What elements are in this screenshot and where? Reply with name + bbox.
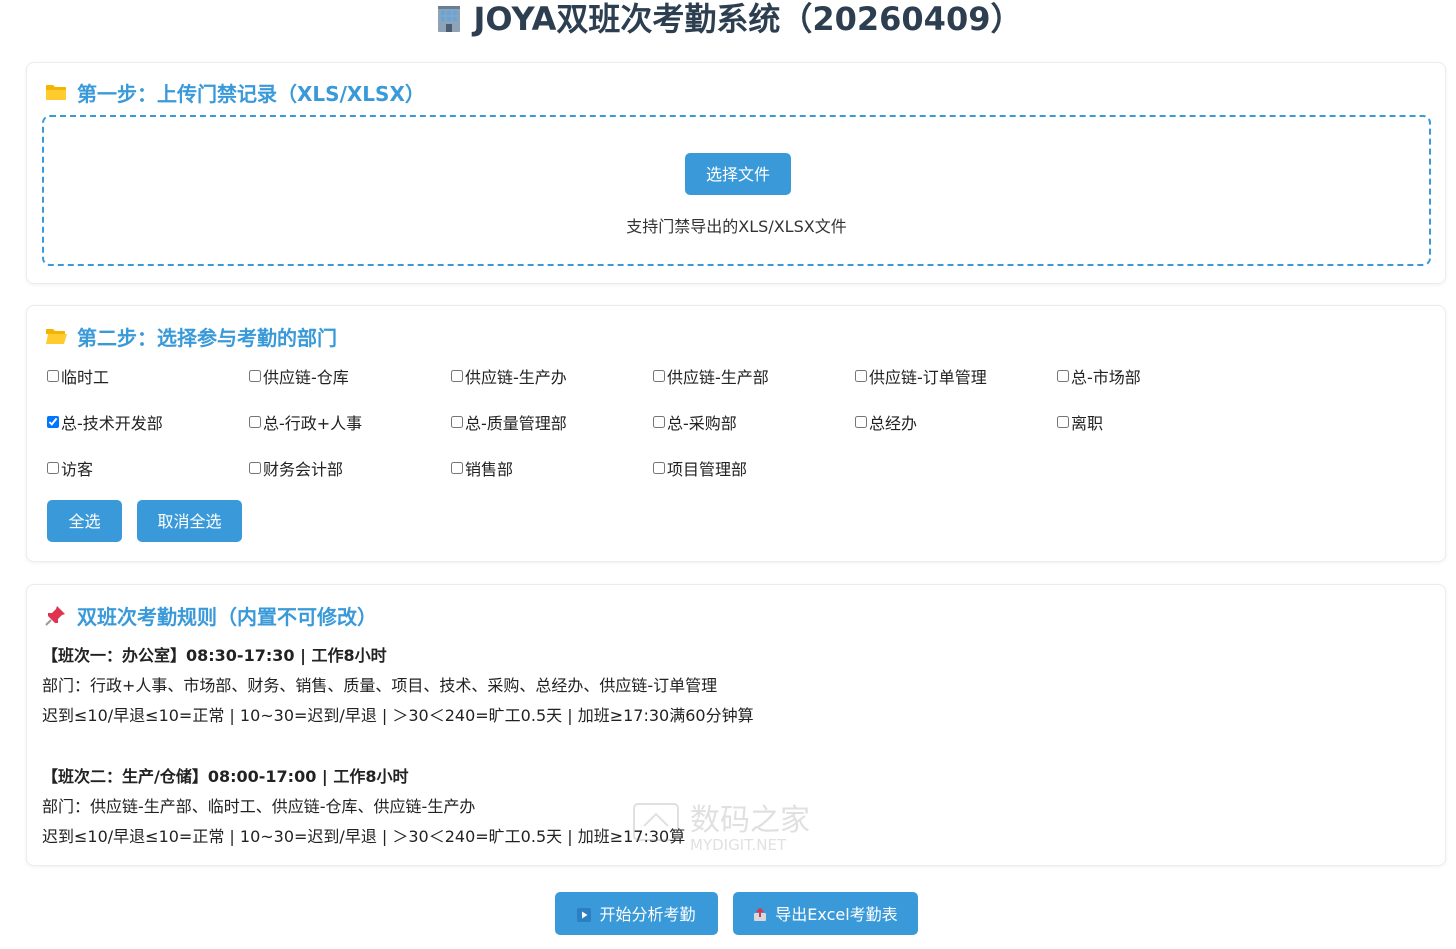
- page: JOYA双班次考勤系统（20260409） 第一步：上传门禁记录（XLS/XLS…: [0, 0, 1456, 949]
- shift1-title: 【班次一：办公室】08:30-17:30 | 工作8小时: [42, 646, 387, 665]
- department-label: 总-技术开发部: [61, 414, 163, 433]
- department-option[interactable]: 总-质量管理部: [451, 410, 653, 434]
- department-label: 临时工: [61, 368, 110, 387]
- department-label: 总经办: [869, 414, 918, 433]
- start-analysis-button[interactable]: 开始分析考勤: [555, 892, 718, 935]
- department-label: 总-市场部: [1071, 368, 1141, 387]
- deselect-all-button[interactable]: 取消全选: [137, 500, 242, 542]
- rules-body: 【班次一：办公室】08:30-17:30 | 工作8小时 部门：行政+人事、市场…: [42, 641, 1422, 852]
- folder-icon: [46, 85, 66, 100]
- export-icon: [754, 908, 767, 921]
- department-checkbox[interactable]: [855, 416, 867, 428]
- file-dropzone[interactable]: 选择文件 支持门禁导出的XLS/XLSX文件: [42, 115, 1431, 266]
- export-excel-label: 导出Excel考勤表: [775, 905, 898, 924]
- department-option[interactable]: 总-行政+人事: [249, 410, 451, 434]
- department-checkbox[interactable]: [451, 462, 463, 474]
- upload-hint: 支持门禁导出的XLS/XLSX文件: [626, 217, 847, 236]
- department-label: 总-采购部: [667, 414, 737, 433]
- department-option[interactable]: 离职: [1057, 410, 1259, 434]
- shift2-departments: 部门：供应链-生产部、临时工、供应链-仓库、供应链-生产办: [42, 797, 476, 816]
- department-label: 供应链-生产部: [667, 368, 769, 387]
- department-option[interactable]: 总-采购部: [653, 410, 855, 434]
- department-checkbox[interactable]: [249, 416, 261, 428]
- department-option[interactable]: 总经办: [855, 410, 1057, 434]
- page-title: JOYA双班次考勤系统（20260409）: [0, 0, 1456, 40]
- select-all-button[interactable]: 全选: [47, 500, 122, 542]
- upload-heading-text: 第一步：上传门禁记录（XLS/XLSX）: [77, 81, 425, 106]
- export-excel-button[interactable]: 导出Excel考勤表: [733, 892, 918, 935]
- shift1-policy: 迟到≤10/早退≤10=正常 | 10~30=迟到/早退 | ＞30＜240=旷…: [42, 706, 754, 725]
- department-checkbox[interactable]: [451, 370, 463, 382]
- pushpin-icon: [45, 606, 65, 626]
- department-card: 第二步：选择参与考勤的部门 临时工 供应链-仓库 供应链-生产办 供应链-生产部 供应链…: [26, 305, 1446, 562]
- department-label: 总-行政+人事: [263, 414, 363, 433]
- department-option[interactable]: 访客: [47, 456, 249, 480]
- rule-spacer: [42, 731, 1422, 762]
- rules-heading-text: 双班次考勤规则（内置不可修改）: [77, 604, 377, 629]
- department-checkbox-grid: 临时工 供应链-仓库 供应链-生产办 供应链-生产部 供应链-订单管理 总-市场部总-技术…: [47, 364, 1427, 502]
- department-option[interactable]: 供应链-订单管理: [855, 364, 1057, 388]
- department-heading-text: 第二步：选择参与考勤的部门: [77, 325, 337, 350]
- shift1-departments: 部门：行政+人事、市场部、财务、销售、质量、项目、技术、采购、总经办、供应链-订…: [42, 676, 718, 695]
- department-checkbox[interactable]: [653, 370, 665, 382]
- page-title-text: JOYA双班次考勤系统（20260409）: [473, 0, 1023, 38]
- department-option[interactable]: 临时工: [47, 364, 249, 388]
- shift2-title: 【班次二：生产/仓储】08:00-17:00 | 工作8小时: [42, 767, 409, 786]
- department-checkbox[interactable]: [1057, 416, 1069, 428]
- department-option[interactable]: 销售部: [451, 456, 653, 480]
- department-checkbox[interactable]: [249, 462, 261, 474]
- choose-file-button[interactable]: 选择文件: [685, 153, 791, 195]
- department-option[interactable]: 供应链-仓库: [249, 364, 451, 388]
- department-option[interactable]: 供应链-生产办: [451, 364, 653, 388]
- play-icon: [577, 908, 592, 922]
- department-checkbox[interactable]: [653, 416, 665, 428]
- department-checkbox[interactable]: [47, 416, 59, 428]
- department-option[interactable]: 财务会计部: [249, 456, 451, 480]
- rules-card: 双班次考勤规则（内置不可修改） 【班次一：办公室】08:30-17:30 | 工…: [26, 584, 1446, 866]
- department-label: 供应链-仓库: [263, 368, 349, 387]
- department-heading: 第二步：选择参与考勤的部门: [45, 323, 337, 350]
- department-checkbox[interactable]: [249, 370, 261, 382]
- department-label: 总-质量管理部: [465, 414, 567, 433]
- department-checkbox[interactable]: [451, 416, 463, 428]
- rules-heading: 双班次考勤规则（内置不可修改）: [45, 602, 377, 629]
- department-checkbox[interactable]: [855, 370, 867, 382]
- department-checkbox[interactable]: [1057, 370, 1069, 382]
- department-option[interactable]: 总-技术开发部: [47, 410, 249, 434]
- department-label: 离职: [1071, 414, 1104, 433]
- shift2-policy: 迟到≤10/早退≤10=正常 | 10~30=迟到/早退 | ＞30＜240=旷…: [42, 827, 686, 846]
- upload-card: 第一步：上传门禁记录（XLS/XLSX） 选择文件 支持门禁导出的XLS/XLS…: [26, 62, 1446, 284]
- department-checkbox[interactable]: [653, 462, 665, 474]
- department-label: 供应链-订单管理: [869, 368, 987, 387]
- department-label: 销售部: [465, 460, 514, 479]
- department-option[interactable]: 总-市场部: [1057, 364, 1259, 388]
- office-building-icon: [437, 6, 460, 32]
- department-checkbox[interactable]: [47, 462, 59, 474]
- department-label: 财务会计部: [263, 460, 344, 479]
- department-option[interactable]: 项目管理部: [653, 456, 855, 480]
- department-option[interactable]: 供应链-生产部: [653, 364, 855, 388]
- department-label: 访客: [61, 460, 94, 479]
- department-label: 项目管理部: [667, 460, 748, 479]
- open-folder-icon: [46, 329, 67, 344]
- start-analysis-label: 开始分析考勤: [599, 905, 696, 924]
- department-checkbox[interactable]: [47, 370, 59, 382]
- upload-heading: 第一步：上传门禁记录（XLS/XLSX）: [45, 79, 425, 106]
- department-label: 供应链-生产办: [465, 368, 567, 387]
